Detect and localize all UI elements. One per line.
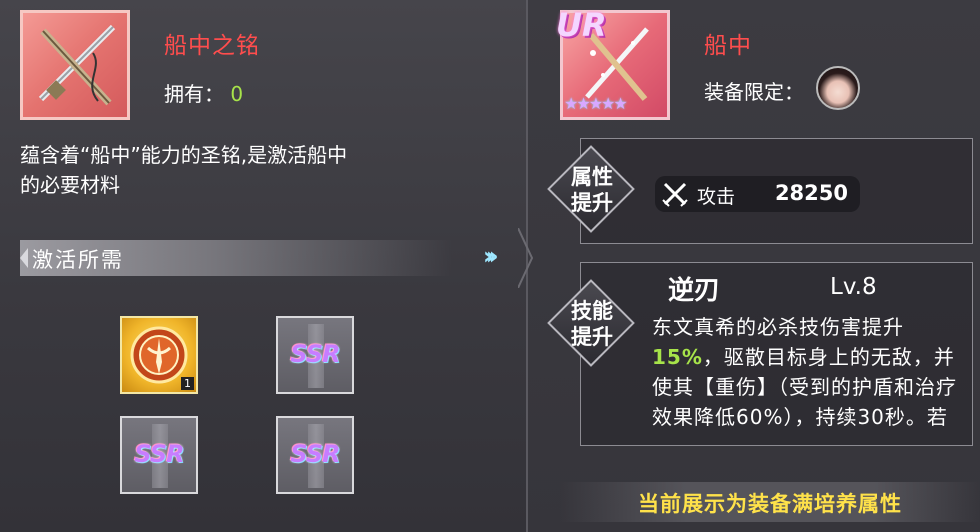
divider-notch (518, 228, 534, 288)
own-value: 0 (230, 82, 244, 106)
skill-title-line-2: 提升 (571, 325, 613, 349)
skill-desc-highlight: 15% (652, 345, 703, 369)
footer-note: 当前展示为装备满培养属性 (638, 492, 902, 516)
emblem-item-icon[interactable] (20, 10, 130, 120)
section-marker-icon (20, 248, 28, 268)
material-slot-ssr[interactable]: SSR (276, 316, 354, 394)
stat-value: 28250 (774, 181, 848, 205)
material-slot-emblem[interactable]: 1 (120, 316, 198, 394)
equipment-name: 船中 (704, 33, 752, 59)
material-count: 1 (181, 377, 194, 390)
chevron-right-icon: ››› (483, 242, 498, 270)
requirement-title: 激活所需 (32, 248, 124, 272)
sword-emblem-icon (38, 24, 116, 106)
material-slot-ssr[interactable]: SSR (120, 416, 198, 494)
restriction-label: 装备限定： (704, 80, 804, 104)
material-slot-ssr[interactable]: SSR (276, 416, 354, 494)
own-label: 拥有： (164, 82, 224, 106)
ssr-label: SSR (290, 440, 340, 468)
own-count: 拥有： 0 (164, 78, 243, 107)
rarity-badge: UR (556, 6, 607, 44)
ssr-label: SSR (134, 440, 184, 468)
attack-stat: 攻击 28250 (655, 176, 860, 212)
skill-name: 逆刃 (668, 276, 721, 306)
skill-level: Lv.8 (830, 274, 877, 300)
skill-desc-part-1: 东文真希的必杀技伤害提升 (652, 315, 904, 339)
skill-description[interactable]: 东文真希的必杀技伤害提升15%，驱散目标身上的无敌，并使其【重伤】（受到的护盾和… (652, 312, 964, 446)
item-description: 蕴含着“船中”能力的圣铭,是激活船中 的必要材料 (20, 140, 490, 200)
attr-title-line-2: 提升 (571, 191, 613, 215)
item-name: 船中之铭 (164, 33, 260, 59)
description-line-1: 蕴含着“船中”能力的圣铭,是激活船中 (20, 143, 348, 167)
ssr-label: SSR (290, 340, 340, 368)
skill-section-badge: 技能 提升 (547, 279, 636, 368)
star-rating-icon: ★★★★★ (564, 94, 628, 113)
description-line-2: 的必要材料 (20, 173, 120, 197)
crossed-swords-icon (662, 182, 688, 207)
requirement-header: 激活所需 (20, 240, 452, 276)
character-avatar[interactable] (816, 66, 860, 110)
footer-note-bar: 当前展示为装备满培养属性 (560, 482, 980, 522)
skill-title-line-1: 技能 (571, 299, 613, 323)
attr-title-line-1: 属性 (571, 165, 613, 189)
stat-name: 攻击 (697, 186, 736, 208)
attribute-section-badge: 属性 提升 (547, 145, 636, 234)
